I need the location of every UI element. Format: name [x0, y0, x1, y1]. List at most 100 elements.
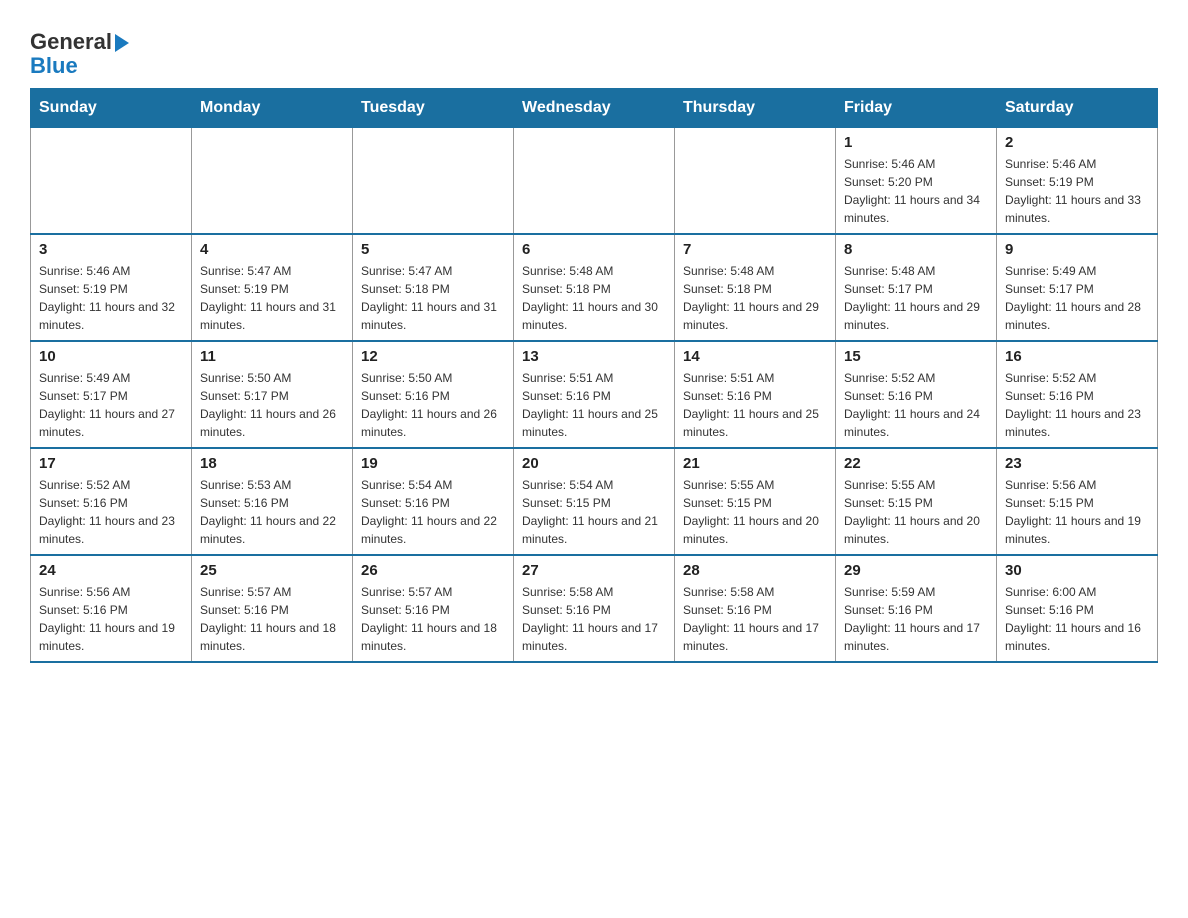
calendar-cell: 12 Sunrise: 5:50 AMSunset: 5:16 PMDayligh… — [353, 341, 514, 448]
day-info: Sunrise: 5:58 AMSunset: 5:16 PMDaylight:… — [683, 583, 827, 655]
day-info: Sunrise: 5:46 AMSunset: 5:20 PMDaylight:… — [844, 155, 988, 227]
calendar-cell: 27 Sunrise: 5:58 AMSunset: 5:16 PMDayligh… — [514, 555, 675, 662]
day-info: Sunrise: 5:46 AMSunset: 5:19 PMDaylight:… — [1005, 155, 1149, 227]
calendar-cell: 30 Sunrise: 6:00 AMSunset: 5:16 PMDayligh… — [997, 555, 1158, 662]
day-number: 26 — [361, 562, 505, 579]
day-info: Sunrise: 5:49 AMSunset: 5:17 PMDaylight:… — [39, 369, 183, 441]
day-info: Sunrise: 5:59 AMSunset: 5:16 PMDaylight:… — [844, 583, 988, 655]
day-info: Sunrise: 5:51 AMSunset: 5:16 PMDaylight:… — [522, 369, 666, 441]
calendar-cell: 13 Sunrise: 5:51 AMSunset: 5:16 PMDayligh… — [514, 341, 675, 448]
calendar-cell — [675, 128, 836, 235]
page-header: General Blue — [30, 20, 1158, 78]
day-number: 30 — [1005, 562, 1149, 579]
day-number: 11 — [200, 348, 344, 365]
day-info: Sunrise: 5:50 AMSunset: 5:17 PMDaylight:… — [200, 369, 344, 441]
weekday-header-saturday: Saturday — [997, 89, 1158, 128]
day-info: Sunrise: 5:57 AMSunset: 5:16 PMDaylight:… — [200, 583, 344, 655]
day-number: 22 — [844, 455, 988, 472]
calendar-cell — [192, 128, 353, 235]
logo-general-text: General — [30, 30, 112, 54]
logo: General Blue — [30, 20, 129, 78]
calendar-cell: 1Sunrise: 5:46 AMSunset: 5:20 PMDaylight… — [836, 128, 997, 235]
calendar-cell: 16 Sunrise: 5:52 AMSunset: 5:16 PMDayligh… — [997, 341, 1158, 448]
day-info: Sunrise: 5:55 AMSunset: 5:15 PMDaylight:… — [683, 476, 827, 548]
day-number: 24 — [39, 562, 183, 579]
calendar-cell: 24 Sunrise: 5:56 AMSunset: 5:16 PMDayligh… — [31, 555, 192, 662]
calendar-week-4: 17Sunrise: 5:52 AMSunset: 5:16 PMDayligh… — [31, 448, 1158, 555]
day-number: 2 — [1005, 134, 1149, 151]
day-info: Sunrise: 5:52 AMSunset: 5:16 PMDaylight:… — [1005, 369, 1149, 441]
day-number: 28 — [683, 562, 827, 579]
day-number: 5 — [361, 241, 505, 258]
calendar-cell: 11 Sunrise: 5:50 AMSunset: 5:17 PMDayligh… — [192, 341, 353, 448]
day-info: Sunrise: 6:00 AMSunset: 5:16 PMDaylight:… — [1005, 583, 1149, 655]
calendar-cell: 22 Sunrise: 5:55 AMSunset: 5:15 PMDayligh… — [836, 448, 997, 555]
weekday-header-monday: Monday — [192, 89, 353, 128]
weekday-header-thursday: Thursday — [675, 89, 836, 128]
logo-triangle-icon — [115, 34, 129, 52]
day-info: Sunrise: 5:52 AMSunset: 5:16 PMDaylight:… — [39, 476, 183, 548]
day-info: Sunrise: 5:48 AMSunset: 5:18 PMDaylight:… — [522, 262, 666, 334]
calendar-cell — [514, 128, 675, 235]
calendar-cell: 9 Sunrise: 5:49 AMSunset: 5:17 PMDaylight… — [997, 234, 1158, 341]
day-info: Sunrise: 5:58 AMSunset: 5:16 PMDaylight:… — [522, 583, 666, 655]
day-info: Sunrise: 5:55 AMSunset: 5:15 PMDaylight:… — [844, 476, 988, 548]
day-info: Sunrise: 5:47 AMSunset: 5:19 PMDaylight:… — [200, 262, 344, 334]
calendar-cell: 18 Sunrise: 5:53 AMSunset: 5:16 PMDayligh… — [192, 448, 353, 555]
calendar-cell: 4 Sunrise: 5:47 AMSunset: 5:19 PMDaylight… — [192, 234, 353, 341]
calendar-cell: 25 Sunrise: 5:57 AMSunset: 5:16 PMDayligh… — [192, 555, 353, 662]
day-number: 19 — [361, 455, 505, 472]
calendar-cell: 5 Sunrise: 5:47 AMSunset: 5:18 PMDaylight… — [353, 234, 514, 341]
calendar-cell: 28 Sunrise: 5:58 AMSunset: 5:16 PMDayligh… — [675, 555, 836, 662]
calendar-cell: 20 Sunrise: 5:54 AMSunset: 5:15 PMDayligh… — [514, 448, 675, 555]
day-info: Sunrise: 5:53 AMSunset: 5:16 PMDaylight:… — [200, 476, 344, 548]
calendar-week-3: 10Sunrise: 5:49 AMSunset: 5:17 PMDayligh… — [31, 341, 1158, 448]
day-info: Sunrise: 5:49 AMSunset: 5:17 PMDaylight:… — [1005, 262, 1149, 334]
day-info: Sunrise: 5:56 AMSunset: 5:15 PMDaylight:… — [1005, 476, 1149, 548]
day-info: Sunrise: 5:57 AMSunset: 5:16 PMDaylight:… — [361, 583, 505, 655]
day-info: Sunrise: 5:48 AMSunset: 5:18 PMDaylight:… — [683, 262, 827, 334]
calendar-cell: 8 Sunrise: 5:48 AMSunset: 5:17 PMDaylight… — [836, 234, 997, 341]
calendar-header-row: SundayMondayTuesdayWednesdayThursdayFrid… — [31, 89, 1158, 128]
calendar-cell: 21 Sunrise: 5:55 AMSunset: 5:15 PMDayligh… — [675, 448, 836, 555]
calendar-cell — [353, 128, 514, 235]
day-number: 6 — [522, 241, 666, 258]
day-number: 13 — [522, 348, 666, 365]
weekday-header-tuesday: Tuesday — [353, 89, 514, 128]
day-info: Sunrise: 5:51 AMSunset: 5:16 PMDaylight:… — [683, 369, 827, 441]
day-info: Sunrise: 5:48 AMSunset: 5:17 PMDaylight:… — [844, 262, 988, 334]
day-info: Sunrise: 5:50 AMSunset: 5:16 PMDaylight:… — [361, 369, 505, 441]
calendar-cell: 19 Sunrise: 5:54 AMSunset: 5:16 PMDayligh… — [353, 448, 514, 555]
calendar-cell: 26 Sunrise: 5:57 AMSunset: 5:16 PMDayligh… — [353, 555, 514, 662]
day-number: 27 — [522, 562, 666, 579]
calendar-cell: 10Sunrise: 5:49 AMSunset: 5:17 PMDayligh… — [31, 341, 192, 448]
weekday-header-wednesday: Wednesday — [514, 89, 675, 128]
day-number: 4 — [200, 241, 344, 258]
calendar-cell: 3Sunrise: 5:46 AMSunset: 5:19 PMDaylight… — [31, 234, 192, 341]
day-info: Sunrise: 5:47 AMSunset: 5:18 PMDaylight:… — [361, 262, 505, 334]
day-number: 25 — [200, 562, 344, 579]
day-number: 18 — [200, 455, 344, 472]
day-number: 23 — [1005, 455, 1149, 472]
day-info: Sunrise: 5:54 AMSunset: 5:16 PMDaylight:… — [361, 476, 505, 548]
day-info: Sunrise: 5:54 AMSunset: 5:15 PMDaylight:… — [522, 476, 666, 548]
day-number: 21 — [683, 455, 827, 472]
day-info: Sunrise: 5:52 AMSunset: 5:16 PMDaylight:… — [844, 369, 988, 441]
logo-blue-text: Blue — [30, 54, 129, 78]
day-number: 9 — [1005, 241, 1149, 258]
calendar-cell: 29Sunrise: 5:59 AMSunset: 5:16 PMDayligh… — [836, 555, 997, 662]
calendar-cell: 17Sunrise: 5:52 AMSunset: 5:16 PMDayligh… — [31, 448, 192, 555]
weekday-header-sunday: Sunday — [31, 89, 192, 128]
day-number: 20 — [522, 455, 666, 472]
day-number: 12 — [361, 348, 505, 365]
calendar-week-2: 3Sunrise: 5:46 AMSunset: 5:19 PMDaylight… — [31, 234, 1158, 341]
day-number: 7 — [683, 241, 827, 258]
calendar-cell: 6 Sunrise: 5:48 AMSunset: 5:18 PMDaylight… — [514, 234, 675, 341]
day-number: 16 — [1005, 348, 1149, 365]
day-number: 8 — [844, 241, 988, 258]
day-info: Sunrise: 5:56 AMSunset: 5:16 PMDaylight:… — [39, 583, 183, 655]
calendar-cell: 23 Sunrise: 5:56 AMSunset: 5:15 PMDayligh… — [997, 448, 1158, 555]
day-number: 14 — [683, 348, 827, 365]
calendar-cell: 15Sunrise: 5:52 AMSunset: 5:16 PMDayligh… — [836, 341, 997, 448]
calendar-cell — [31, 128, 192, 235]
